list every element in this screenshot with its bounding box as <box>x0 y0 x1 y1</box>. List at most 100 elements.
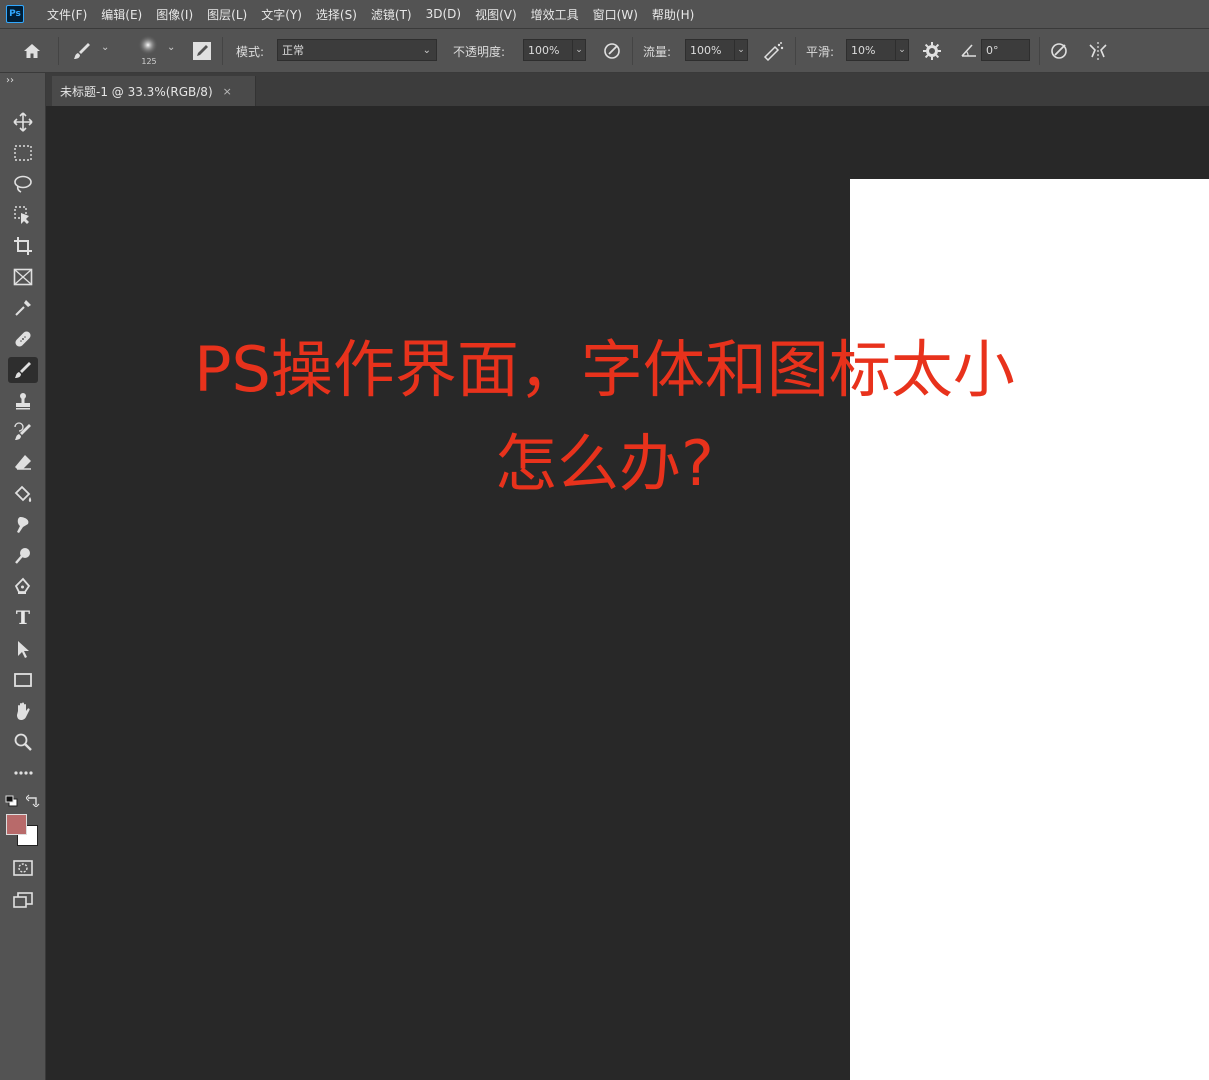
zoom-tool[interactable] <box>8 729 38 755</box>
photoshop-logo-icon: Ps <box>6 5 24 23</box>
menu-view[interactable]: 视图(V) <box>468 6 524 23</box>
menu-help[interactable]: 帮助(H) <box>645 6 701 23</box>
chevron-down-icon: ⌄ <box>898 45 906 55</box>
type-icon: T <box>15 607 31 629</box>
menu-type[interactable]: 文字(Y) <box>254 6 309 23</box>
separator <box>58 37 59 65</box>
opacity-dropdown-button[interactable]: ⌄ <box>572 39 586 61</box>
menu-image[interactable]: 图像(I) <box>149 6 200 23</box>
symmetry-icon[interactable] <box>1087 40 1109 62</box>
move-icon <box>13 112 33 132</box>
frame-icon <box>13 268 33 286</box>
crop-icon <box>14 237 32 255</box>
options-bar: ⌄ 125 ⌄ 模式: 正常 ⌄ 不透明度: 100% ⌄ 流量: 100% ⌄ <box>0 29 1209 73</box>
pen-tool[interactable] <box>8 574 38 600</box>
eyedropper-tool[interactable] <box>8 295 38 321</box>
menu-window[interactable]: 窗口(W) <box>586 6 645 23</box>
chevron-down-icon[interactable]: ⌄ <box>167 42 175 53</box>
smoothing-label: 平滑: <box>806 44 835 59</box>
flow-value: 100% <box>690 43 722 57</box>
menu-select[interactable]: 选择(S) <box>309 6 364 23</box>
arrow-cursor-icon <box>18 641 29 658</box>
rectangular-marquee-icon <box>14 145 32 161</box>
screen-mode-button[interactable] <box>8 887 38 913</box>
rectangle-tool[interactable] <box>8 667 38 693</box>
opacity-input[interactable]: 100% <box>523 39 573 61</box>
type-tool[interactable]: T <box>8 605 38 631</box>
smoothing-value: 10% <box>851 43 876 57</box>
ellipsis-icon <box>14 771 33 775</box>
document-tab-title: 未标题-1 @ 33.3%(RGB/8) <box>60 84 213 99</box>
move-tool[interactable] <box>8 109 38 135</box>
rectangle-icon <box>14 673 32 687</box>
lasso-icon <box>14 175 32 193</box>
home-icon[interactable] <box>22 41 42 61</box>
overlay-caption-line1: PS操作界面，字体和图标太小 <box>194 333 1015 406</box>
mode-select[interactable]: 正常 ⌄ <box>277 39 437 61</box>
menu-file[interactable]: 文件(F) <box>40 6 94 23</box>
flow-label: 流量: <box>643 44 672 59</box>
opacity-value: 100% <box>528 43 560 57</box>
dodge-icon <box>15 548 30 564</box>
marquee-tool[interactable] <box>8 140 38 166</box>
smudge-tool[interactable] <box>8 512 38 538</box>
mode-label: 模式: <box>236 44 265 59</box>
default-colors-icon[interactable] <box>5 795 18 807</box>
object-select-tool[interactable] <box>8 202 38 228</box>
menu-3d[interactable]: 3D(D) <box>419 7 468 21</box>
airbrush-icon[interactable] <box>762 41 784 61</box>
brush-tip-icon[interactable] <box>137 34 159 56</box>
object-selection-icon <box>14 206 29 224</box>
separator <box>632 37 633 65</box>
document-canvas[interactable] <box>850 179 1209 1080</box>
smoothing-dropdown-button[interactable]: ⌄ <box>895 39 909 61</box>
separator <box>222 37 223 65</box>
gear-icon[interactable] <box>922 41 942 61</box>
angle-input[interactable]: 0° <box>981 39 1030 61</box>
tools-panel: ›› T <box>0 73 46 1080</box>
magnifier-icon <box>14 733 32 751</box>
menu-layer[interactable]: 图层(L) <box>200 6 254 23</box>
chevron-down-icon: ⌄ <box>737 45 745 55</box>
document-tab-bar: 未标题-1 @ 33.3%(RGB/8) × <box>0 73 1209 106</box>
document-tab[interactable]: 未标题-1 @ 33.3%(RGB/8) × <box>52 76 256 106</box>
pressure-size-icon[interactable] <box>1049 41 1069 61</box>
swap-colors-icon[interactable] <box>26 794 40 807</box>
chevron-down-icon: ⌄ <box>575 45 583 55</box>
pressure-opacity-icon[interactable] <box>602 41 622 61</box>
collapse-panel-icon[interactable]: ›› <box>6 75 14 86</box>
quick-mask-button[interactable] <box>8 855 38 881</box>
close-icon[interactable]: × <box>223 85 232 98</box>
chevron-down-icon[interactable]: ⌄ <box>101 42 109 53</box>
lasso-tool[interactable] <box>8 171 38 197</box>
angle-value: 0° <box>986 43 999 57</box>
overlay-caption-line2: 怎么办? <box>495 427 714 500</box>
hand-tool[interactable] <box>8 698 38 724</box>
eyedropper-icon <box>15 300 31 316</box>
menu-filter[interactable]: 滤镜(T) <box>364 6 419 23</box>
flow-input[interactable]: 100% <box>685 39 735 61</box>
chevron-down-icon: ⌄ <box>422 44 431 56</box>
dodge-tool[interactable] <box>8 543 38 569</box>
brush-settings-panel-icon[interactable] <box>192 41 212 61</box>
brush-size-value: 125 <box>141 57 157 66</box>
hand-icon <box>17 702 30 720</box>
foreground-color-swatch[interactable] <box>6 814 27 835</box>
frame-tool[interactable] <box>8 264 38 290</box>
menu-plugins[interactable]: 增效工具 <box>524 6 586 23</box>
smoothing-input[interactable]: 10% <box>846 39 896 61</box>
quick-mask-icon <box>13 860 33 876</box>
separator <box>795 37 796 65</box>
menu-bar: Ps 文件(F) 编辑(E) 图像(I) 图层(L) 文字(Y) 选择(S) 滤… <box>0 0 1209 29</box>
pen-icon <box>14 577 31 594</box>
menu-edit[interactable]: 编辑(E) <box>94 6 149 23</box>
photoshop-window: Ps 文件(F) 编辑(E) 图像(I) 图层(L) 文字(Y) 选择(S) 滤… <box>0 0 1209 1080</box>
mode-value: 正常 <box>282 44 304 57</box>
brush-preset-icon[interactable] <box>72 41 92 61</box>
smudge-icon <box>17 517 29 533</box>
more-tools[interactable] <box>8 760 38 786</box>
path-select-tool[interactable] <box>8 636 38 662</box>
crop-tool[interactable] <box>8 233 38 259</box>
flow-dropdown-button[interactable]: ⌄ <box>734 39 748 61</box>
canvas-workspace[interactable] <box>47 106 1209 1080</box>
